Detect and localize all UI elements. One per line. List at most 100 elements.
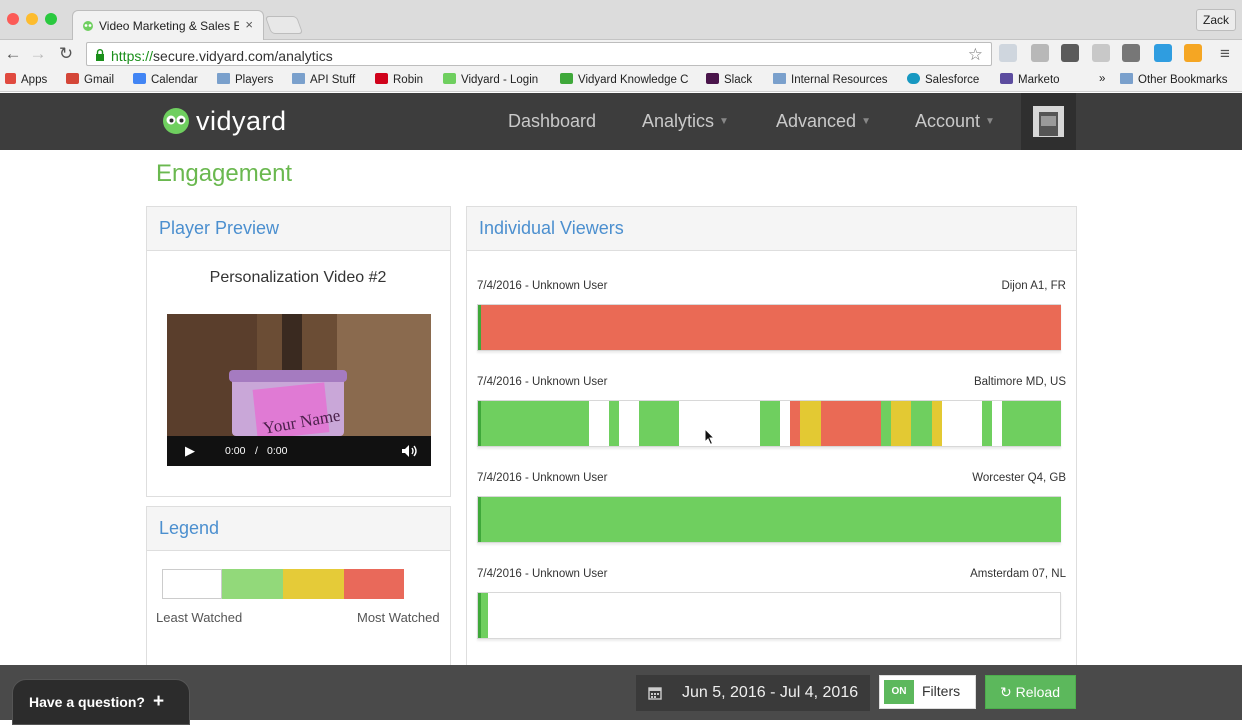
bookmark-salesforce[interactable]: Salesforce (907, 73, 979, 86)
address-bar[interactable]: https://secure.vidyard.com/analytics ☆ (86, 42, 992, 66)
close-window-button[interactable] (7, 13, 19, 25)
profile-button[interactable]: Zack (1196, 9, 1236, 31)
heat-segment (932, 401, 942, 446)
bookmark-calendar[interactable]: Calendar (133, 73, 198, 86)
caret-down-icon: ▼ (861, 116, 871, 127)
panel-header: Player Preview (147, 207, 450, 251)
video-player[interactable]: Your Name ▶ 0:00 / 0:00 (167, 314, 431, 466)
bookmark-internal-resources[interactable]: Internal Resources (773, 73, 888, 86)
heat-segment (609, 401, 619, 446)
nav-dashboard[interactable]: Dashboard (508, 111, 596, 132)
rss-extension-icon[interactable] (1184, 44, 1202, 62)
bookmark-slack[interactable]: Slack (706, 73, 752, 86)
viewer-heatmap-bar[interactable] (477, 592, 1061, 639)
nav-advanced[interactable]: Advanced ▼ (776, 111, 871, 132)
help-chat-button[interactable]: Have a question? + (12, 679, 190, 725)
cloud-extension-icon[interactable] (1031, 44, 1049, 62)
bookmark-api-stuff[interactable]: API Stuff (292, 73, 355, 86)
viewer-date-user: 7/4/2016 - Unknown User (477, 472, 608, 484)
date-range-picker[interactable]: Jun 5, 2016 - Jul 4, 2016 (636, 675, 870, 711)
user-avatar-button[interactable] (1021, 93, 1076, 150)
nav-analytics[interactable]: Analytics ▼ (642, 111, 729, 132)
bookmark-gmail[interactable]: Gmail (66, 73, 114, 86)
bookmark-marketo[interactable]: Marketo (1000, 73, 1060, 86)
mouse-cursor-icon (704, 428, 716, 446)
heat-segment (478, 305, 1061, 350)
reload-button[interactable]: ↻ Reload (985, 675, 1076, 709)
legend-swatch-least (162, 569, 222, 599)
viewer-location: Amsterdam 07, NL (970, 568, 1066, 580)
user-avatar-icon (1033, 106, 1064, 137)
bookmark-players[interactable]: Players (217, 73, 273, 86)
video-thumbnail: Your Name (167, 314, 431, 440)
reload-label: ↻ Reload (1000, 684, 1060, 700)
bookmark-robin[interactable]: Robin (375, 73, 423, 86)
ghost-extension-icon[interactable] (1154, 44, 1172, 62)
video-controls: ▶ 0:00 / 0:00 (167, 436, 431, 466)
start-marker (478, 305, 481, 350)
vidyard-knowledge-icon (560, 73, 573, 84)
volume-icon[interactable] (401, 444, 419, 458)
legend-swatch-mid (283, 569, 344, 599)
nav-account[interactable]: Account ▼ (915, 111, 995, 132)
panel-title: Individual Viewers (479, 218, 624, 238)
forward-arrow-icon[interactable]: → (28, 44, 48, 64)
folder-icon (217, 73, 230, 84)
browser-tab[interactable]: Video Marketing & Sales Er × (72, 10, 264, 40)
vidyard-logo-text[interactable]: vidyard (196, 106, 287, 137)
filters-label: Filters (922, 683, 961, 699)
tab-title: Video Marketing & Sales Er (99, 19, 239, 33)
viewer-heatmap-bar[interactable] (477, 400, 1061, 447)
minimize-window-button[interactable] (26, 13, 38, 25)
panel-header: Legend (147, 507, 450, 551)
viewer-heatmap-bar[interactable] (477, 496, 1061, 543)
viewer-date-user: 7/4/2016 - Unknown User (477, 280, 608, 292)
bookmark-other[interactable]: Other Bookmarks (1120, 73, 1227, 86)
caret-down-icon: ▼ (985, 116, 995, 127)
date-range-text: Jun 5, 2016 - Jul 4, 2016 (682, 684, 859, 701)
pin-extension-icon[interactable] (1061, 44, 1079, 62)
heat-segment (800, 401, 821, 446)
more-bookmarks-chevron[interactable]: » (1099, 73, 1105, 85)
viewer-date-user: 7/4/2016 - Unknown User (477, 376, 608, 388)
heat-segment (881, 401, 891, 446)
bookmark-vidyard-knowledge[interactable]: Vidyard Knowledge C (560, 73, 688, 86)
viewer-date-user: 7/4/2016 - Unknown User (477, 568, 608, 580)
square-extension-icon[interactable] (1122, 44, 1140, 62)
new-tab-button[interactable] (264, 16, 304, 34)
apps-grid-icon (5, 73, 16, 84)
bookmark-vidyard-login[interactable]: Vidyard - Login (443, 73, 538, 86)
heat-segment (911, 401, 932, 446)
app-navbar: vidyard Dashboard Analytics ▼ Advanced ▼ A… (0, 93, 1242, 150)
panel-title: Legend (159, 518, 220, 538)
heat-segment (478, 401, 589, 446)
plug-extension-icon[interactable] (1092, 44, 1110, 62)
browser-titlebar: Video Marketing & Sales Er × Zack (0, 0, 1242, 40)
play-icon[interactable]: ▶ (185, 443, 195, 459)
filters-toggle[interactable]: ON (884, 680, 914, 704)
viewer-location: Baltimore MD, US (973, 376, 1066, 388)
bookmark-star-icon[interactable]: ☆ (968, 45, 983, 65)
caret-down-icon: ▼ (719, 116, 729, 127)
video-title: Personalization Video #2 (209, 269, 387, 286)
maximize-window-button[interactable] (45, 13, 57, 25)
reload-page-icon[interactable]: ↻ (56, 44, 76, 64)
calendar-icon (648, 687, 662, 700)
back-arrow-icon[interactable]: ← (3, 44, 23, 64)
viewer-heatmap-bar[interactable] (477, 304, 1061, 351)
filters-button[interactable]: ON Filters (879, 675, 976, 709)
heat-segment (821, 401, 881, 446)
tab-close-icon[interactable]: × (245, 17, 253, 32)
menu-icon[interactable]: ≡ (1215, 44, 1235, 64)
snowflake-extension-icon[interactable] (999, 44, 1017, 62)
vidyard-logo-icon[interactable] (161, 105, 191, 135)
panel-title: Player Preview (159, 218, 280, 238)
help-chat-label: Have a question? (29, 694, 145, 710)
folder-icon (292, 73, 305, 84)
viewer-location: Dijon A1, FR (1001, 280, 1066, 292)
bookmark-apps[interactable]: Apps (5, 73, 47, 86)
heat-segment (478, 497, 1061, 542)
salesforce-icon (907, 73, 920, 84)
legend-swatch-low (222, 569, 283, 599)
page-title: Engagement (156, 160, 293, 187)
